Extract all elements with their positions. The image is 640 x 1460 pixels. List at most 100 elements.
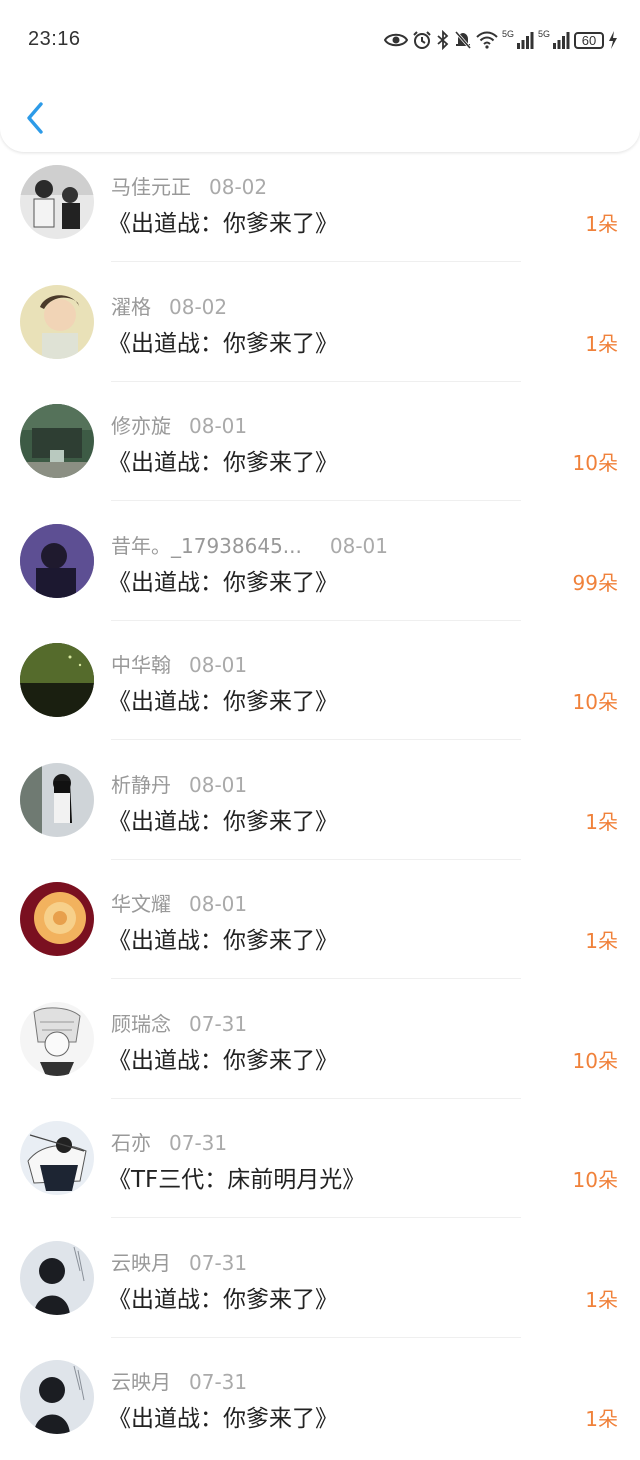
divider <box>111 500 521 501</box>
chevron-left-icon <box>27 102 43 134</box>
work-title[interactable]: 《出道战：你爹来了》 <box>108 563 338 597</box>
list-item[interactable]: 修亦旋 08-01 《出道战：你爹来了》 10朵 <box>0 384 640 504</box>
flower-count: 1朵 <box>585 331 618 356</box>
back-button[interactable] <box>20 96 50 140</box>
flower-count: 10朵 <box>572 1168 618 1192</box>
sender-name: 昔年。_17938645... <box>111 533 302 558</box>
record-meta: 修亦旋 08-01 <box>111 410 247 439</box>
wifi-icon <box>476 31 498 49</box>
flower-count: 10朵 <box>572 451 618 475</box>
avatar[interactable] <box>20 404 94 478</box>
work-title[interactable]: 《出道战：你爹来了》 <box>108 324 338 358</box>
app-header: 23:16 5G 5G 60 <box>0 0 640 152</box>
list-item[interactable]: 云映月 07-31 《出道战：你爹来了》 1朵 <box>0 1221 640 1341</box>
list-item[interactable]: 顾瑞念 07-31 《出道战：你爹来了》 10朵 <box>0 982 640 1102</box>
avatar[interactable] <box>20 882 94 956</box>
record-meta: 中华翰 08-01 <box>111 649 247 678</box>
avatar[interactable] <box>20 284 94 359</box>
avatar[interactable] <box>20 165 94 239</box>
signal-icon <box>553 32 570 49</box>
flower-count: 1朵 <box>585 1287 618 1312</box>
flower-count: 10朵 <box>572 690 618 714</box>
record-date: 08-02 <box>169 294 228 319</box>
avatar[interactable] <box>20 762 94 837</box>
gift-record-list: 马佳元正 08-02 《出道战：你爹来了》 1朵 濯格 08-02 《出道战：你爹来… <box>0 145 640 1460</box>
network-type-1: 5G <box>501 29 514 39</box>
work-title[interactable]: 《出道战：你爹来了》 <box>108 802 338 836</box>
signal-icon <box>516 32 534 49</box>
record-date: 08-01 <box>189 414 248 438</box>
list-item[interactable]: 中华翰 08-01 《出道战：你爹来了》 10朵 <box>0 623 640 743</box>
work-title[interactable]: 《TF三代：床前明月光》 <box>108 1160 365 1194</box>
work-title[interactable]: 《出道战：你爹来了》 <box>108 1041 338 1075</box>
record-date: 07-31 <box>189 1370 248 1394</box>
record-date: 08-01 <box>189 653 248 677</box>
sender-name: 云映月 <box>111 1370 171 1394</box>
battery-indicator: 60 <box>574 31 604 49</box>
sender-name: 石亦 <box>111 1131 151 1155</box>
sender-name: 修亦旋 <box>111 414 171 438</box>
flower-count: 1朵 <box>585 929 618 953</box>
network-type-2: 5G <box>537 29 550 39</box>
flower-count: 99朵 <box>572 570 618 595</box>
flower-count: 1朵 <box>585 212 618 236</box>
sender-name: 析静丹 <box>111 772 171 797</box>
record-meta: 华文耀 08-01 <box>111 888 247 917</box>
record-date: 07-31 <box>189 1250 248 1275</box>
work-title[interactable]: 《出道战：你爹来了》 <box>108 443 338 477</box>
list-item[interactable]: 云映月 07-31 《出道战：你爹来了》 1朵 <box>0 1340 640 1460</box>
avatar[interactable] <box>20 523 94 598</box>
avatar[interactable] <box>20 643 94 717</box>
work-title[interactable]: 《出道战：你爹来了》 <box>108 1280 338 1314</box>
record-meta: 昔年。_17938645... 08-01 <box>111 530 388 559</box>
work-title[interactable]: 《出道战：你爹来了》 <box>108 921 338 955</box>
avatar[interactable] <box>20 1121 94 1195</box>
divider <box>111 739 521 740</box>
flower-count: 10朵 <box>572 1048 618 1073</box>
divider <box>111 858 521 860</box>
bluetooth-icon <box>437 30 449 50</box>
record-meta: 石亦 07-31 <box>111 1127 227 1156</box>
list-item[interactable]: 石亦 07-31 《TF三代：床前明月光》 10朵 <box>0 1101 640 1221</box>
sender-name: 华文耀 <box>111 892 171 916</box>
mute-bell-icon <box>454 31 472 49</box>
divider <box>111 619 521 621</box>
record-meta: 云映月 07-31 <box>111 1366 247 1395</box>
sender-name: 马佳元正 <box>111 175 191 199</box>
sender-name: 顾瑞念 <box>111 1011 171 1036</box>
record-meta: 顾瑞念 07-31 <box>111 1008 247 1037</box>
avatar[interactable] <box>20 1360 94 1434</box>
divider <box>111 1336 521 1338</box>
record-date: 08-01 <box>329 533 388 558</box>
work-title[interactable]: 《出道战：你爹来了》 <box>108 682 338 716</box>
status-icons: 5G 5G 60 <box>383 27 618 53</box>
flower-count: 1朵 <box>585 809 618 834</box>
work-title[interactable]: 《出道战：你爹来了》 <box>108 204 338 238</box>
list-item[interactable]: 析静丹 08-01 《出道战：你爹来了》 1朵 <box>0 743 640 863</box>
charging-icon <box>609 31 617 49</box>
record-date: 08-02 <box>209 175 268 199</box>
divider <box>111 1217 521 1218</box>
list-item[interactable]: 濯格 08-02 《出道战：你爹来了》 1朵 <box>0 265 640 385</box>
divider <box>111 978 521 979</box>
record-date: 08-01 <box>189 892 248 916</box>
record-meta: 马佳元正 08-02 <box>111 171 267 200</box>
sender-name: 云映月 <box>111 1250 171 1275</box>
alarm-icon <box>413 31 431 49</box>
record-date: 07-31 <box>169 1131 228 1155</box>
sender-name: 濯格 <box>111 294 151 319</box>
status-time: 23:16 <box>28 28 81 50</box>
avatar[interactable] <box>20 1240 94 1315</box>
list-item[interactable]: 昔年。_17938645... 08-01 《出道战：你爹来了》 99朵 <box>0 504 640 624</box>
record-date: 07-31 <box>189 1011 248 1036</box>
avatar[interactable] <box>20 1001 94 1076</box>
list-item[interactable]: 马佳元正 08-02 《出道战：你爹来了》 1朵 <box>0 145 640 265</box>
sender-name: 中华翰 <box>111 653 171 677</box>
divider <box>111 1097 521 1099</box>
record-meta: 濯格 08-02 <box>111 291 227 320</box>
record-date: 08-01 <box>189 772 248 797</box>
list-item[interactable]: 华文耀 08-01 《出道战：你爹来了》 1朵 <box>0 862 640 982</box>
flower-count: 1朵 <box>585 1407 618 1431</box>
divider <box>111 380 521 382</box>
work-title[interactable]: 《出道战：你爹来了》 <box>108 1399 338 1433</box>
